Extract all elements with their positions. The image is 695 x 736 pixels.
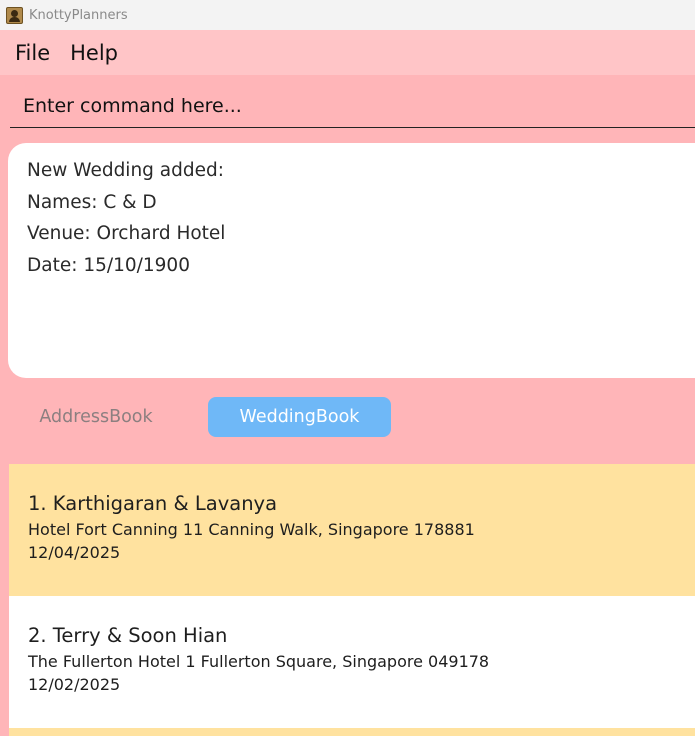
- result-line: New Wedding added:: [27, 160, 224, 181]
- wedding-card[interactable]: 1. Karthigaran & Lavanya Hotel Fort Cann…: [9, 464, 695, 596]
- wedding-names: 1. Karthigaran & Lavanya: [28, 492, 278, 515]
- app-icon: [6, 6, 23, 24]
- menu-file[interactable]: File: [8, 41, 57, 65]
- command-input[interactable]: [10, 84, 695, 128]
- result-display: New Wedding added: Names: C & D Venue: O…: [8, 143, 695, 378]
- wedding-card-partial: [9, 728, 695, 736]
- wedding-venue: Hotel Fort Canning 11 Canning Walk, Sing…: [28, 520, 475, 539]
- tab-wedding-book[interactable]: WeddingBook: [208, 397, 391, 437]
- wedding-date: 12/04/2025: [28, 543, 121, 562]
- wedding-date: 12/02/2025: [28, 675, 121, 694]
- wedding-venue: The Fullerton Hotel 1 Fullerton Square, …: [28, 652, 490, 671]
- menu-help[interactable]: Help: [63, 41, 125, 65]
- menu-bar: File Help: [0, 30, 695, 75]
- result-line: Names: C & D: [27, 191, 157, 213]
- result-line: Venue: Orchard Hotel: [27, 223, 226, 244]
- result-line: Date: 15/10/1900: [27, 254, 190, 276]
- tab-address-book[interactable]: AddressBook: [24, 397, 168, 437]
- window-titlebar: KnottyPlanners: [0, 0, 695, 30]
- wedding-card[interactable]: 2. Terry & Soon Hian The Fullerton Hotel…: [9, 596, 695, 728]
- wedding-names: 2. Terry & Soon Hian: [28, 624, 228, 647]
- window-title: KnottyPlanners: [29, 7, 128, 23]
